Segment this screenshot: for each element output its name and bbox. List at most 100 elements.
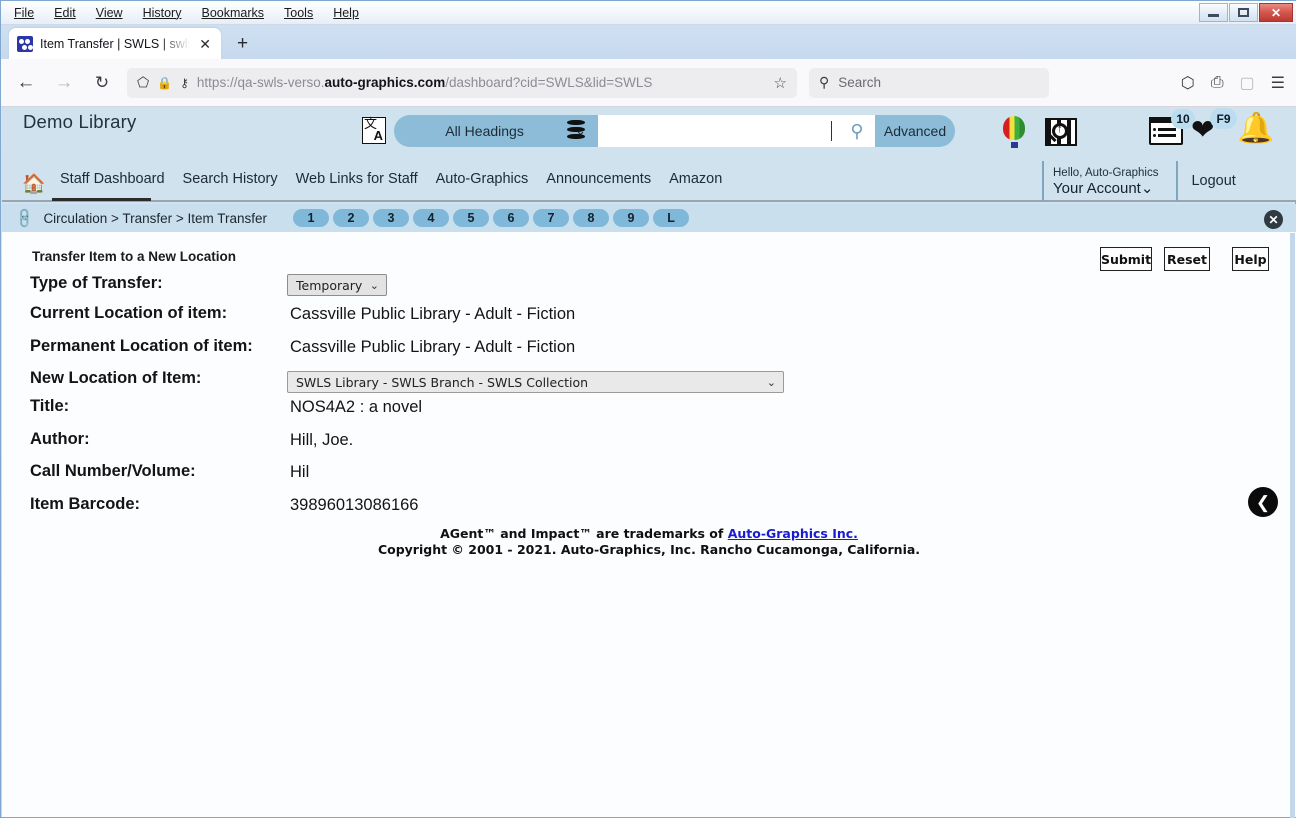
account-icon[interactable]: ▢: [1240, 73, 1255, 93]
nav-item-announcements[interactable]: Announcements: [537, 171, 660, 187]
address-bar[interactable]: ⬠ 🔒 ⚷ https://qa-swls-verso.auto-graphic…: [127, 67, 797, 98]
label-current-location: Current Location of item:: [30, 304, 228, 322]
bookmark-star-icon[interactable]: ☆: [774, 74, 787, 92]
menu-help-label: Help: [333, 5, 359, 20]
label-call-number: Call Number/Volume:: [30, 462, 196, 480]
search-placeholder: Search: [838, 75, 882, 90]
nav-item-amazon[interactable]: Amazon: [660, 171, 731, 187]
list-line: [1158, 128, 1176, 131]
balloon-icon[interactable]: [1001, 116, 1027, 150]
value-current-location: Cassville Public Library - Adult - Ficti…: [290, 305, 576, 323]
page-shortcut-9[interactable]: 9: [613, 209, 650, 227]
home-icon[interactable]: 🏠: [22, 172, 46, 196]
reset-button[interactable]: Reset: [1164, 247, 1210, 271]
tab-strip: Item Transfer | SWLS | swls | Aut ✕ +: [1, 25, 1296, 59]
page-title: Transfer Item to a New Location: [32, 249, 237, 264]
menu-edit[interactable]: Edit: [51, 4, 79, 22]
nav-active-underline: [52, 198, 151, 201]
hamburger-menu-icon[interactable]: ☰: [1271, 73, 1285, 93]
page-shortcut-l[interactable]: L: [653, 209, 690, 227]
content-area: Transfer Item to a New Location Submit R…: [2, 232, 1296, 817]
menu-file[interactable]: File: [11, 4, 37, 22]
tab-close-icon[interactable]: ✕: [197, 37, 213, 51]
tab-title: Item Transfer | SWLS | swls | Aut: [40, 36, 190, 51]
page-shortcut-5[interactable]: 5: [453, 209, 490, 227]
menu-tools[interactable]: Tools: [281, 4, 316, 22]
menu-history[interactable]: History: [140, 4, 185, 22]
form-row-title: Title: NOS4A2 : a novel: [30, 397, 1270, 430]
page-shortcut-8[interactable]: 8: [573, 209, 610, 227]
navigation-toolbar: ← → ↻ ⬠ 🔒 ⚷ https://qa-swls-verso.auto-g…: [1, 59, 1296, 107]
nav-item-auto-graphics[interactable]: Auto-Graphics: [427, 171, 538, 187]
maximize-button[interactable]: [1229, 3, 1258, 22]
balloon-envelope: [1003, 116, 1025, 140]
search-icon: ⚲: [819, 74, 830, 90]
browser-search-box[interactable]: ⚲ Search: [809, 67, 1049, 98]
close-session-icon[interactable]: ✕: [1264, 210, 1283, 229]
form-row-item-barcode: Item Barcode: 39896013086166: [30, 495, 1270, 528]
permissions-icon[interactable]: ⚷: [180, 76, 189, 90]
nav-item-web-links-for-staff[interactable]: Web Links for Staff: [287, 171, 427, 187]
footer-line-1: AGent™ and Impact™ are trademarks of Aut…: [2, 526, 1296, 542]
scrollbar-track[interactable]: [1290, 233, 1295, 818]
breadcrumb-bar: 🔗 Circulation > Transfer > Item Transfer…: [2, 204, 1296, 232]
page-shortcut-4[interactable]: 4: [413, 209, 450, 227]
close-window-button[interactable]: ✕: [1259, 3, 1293, 22]
type-of-transfer-select[interactable]: Temporary ⌄: [287, 274, 387, 296]
reload-icon[interactable]: ↻: [89, 73, 115, 93]
menu-history-label: History: [142, 5, 182, 20]
new-tab-button[interactable]: +: [237, 33, 248, 55]
account-text[interactable]: Hello, Auto-Graphics Your Account⌄: [1044, 161, 1158, 201]
catalog-search-button[interactable]: ⚲: [839, 115, 875, 147]
value-item-barcode: 39896013086166: [290, 496, 419, 514]
page-shortcut-6[interactable]: 6: [493, 209, 530, 227]
new-location-value: SWLS Library - SWLS Branch - SWLS Collec…: [296, 374, 589, 390]
forward-icon[interactable]: →: [51, 72, 77, 94]
print-icon[interactable]: ⎙: [1211, 74, 1224, 92]
label-type-of-transfer: Type of Transfer:: [30, 274, 163, 292]
menu-view-label: View: [95, 5, 123, 20]
nav-item-staff-dashboard[interactable]: Staff Dashboard: [51, 171, 174, 187]
chevron-down-icon: ⌄: [369, 278, 379, 292]
database-icon-layer: [567, 134, 585, 139]
link-chain-icon[interactable]: 🔗: [13, 206, 37, 230]
nav-item-search-history[interactable]: Search History: [174, 171, 287, 187]
notifications-bell-icon[interactable]: 🔔: [1237, 113, 1274, 145]
page-shortcut-2[interactable]: 2: [333, 209, 370, 227]
logout-link[interactable]: Logout: [1178, 161, 1235, 201]
menu-bookmarks[interactable]: Bookmarks: [198, 4, 267, 22]
menu-help[interactable]: Help: [330, 4, 362, 22]
menu-edit-label: Edit: [54, 5, 76, 20]
page-shortcut-3[interactable]: 3: [373, 209, 410, 227]
menu-view[interactable]: View: [93, 4, 126, 22]
list-bullet: [1153, 128, 1156, 131]
label-author: Author:: [30, 430, 90, 448]
account-menu-label[interactable]: Your Account⌄: [1053, 180, 1158, 197]
page-shortcut-1[interactable]: 1: [293, 209, 330, 227]
back-button[interactable]: ❮: [1248, 487, 1278, 517]
new-location-select[interactable]: SWLS Library - SWLS Branch - SWLS Collec…: [287, 371, 784, 393]
shield-icon[interactable]: ⬠: [137, 74, 149, 91]
film-search-icon[interactable]: [1045, 115, 1077, 149]
url-text: https://qa-swls-verso.auto-graphics.com/…: [197, 75, 652, 90]
auto-graphics-link[interactable]: Auto-Graphics Inc.: [728, 526, 858, 541]
back-icon[interactable]: ←: [13, 72, 39, 94]
advanced-search-button[interactable]: Advanced: [875, 115, 955, 147]
lock-icon[interactable]: 🔒: [157, 76, 172, 90]
database-icon[interactable]: [567, 120, 585, 142]
chevron-down-icon: ⌄: [1140, 179, 1154, 197]
pocket-icon[interactable]: ⬡: [1181, 73, 1195, 93]
account-greeting: Hello, Auto-Graphics: [1053, 166, 1159, 179]
maximize-icon: [1238, 8, 1249, 17]
browser-tab[interactable]: Item Transfer | SWLS | swls | Aut ✕: [9, 28, 221, 59]
translate-icon-a: A: [373, 128, 383, 143]
help-button[interactable]: Help: [1232, 247, 1269, 271]
minimize-button[interactable]: [1199, 3, 1228, 22]
translate-icon[interactable]: 文 A: [362, 117, 386, 144]
favorites-shortcut-badge[interactable]: F9: [1210, 108, 1237, 129]
account-area: Hello, Auto-Graphics Your Account⌄ Logou…: [1042, 161, 1236, 201]
catalog-search-input[interactable]: [598, 115, 870, 147]
page-shortcut-7[interactable]: 7: [533, 209, 570, 227]
tab-favicon-icon: [17, 35, 33, 52]
submit-button[interactable]: Submit: [1100, 247, 1152, 271]
